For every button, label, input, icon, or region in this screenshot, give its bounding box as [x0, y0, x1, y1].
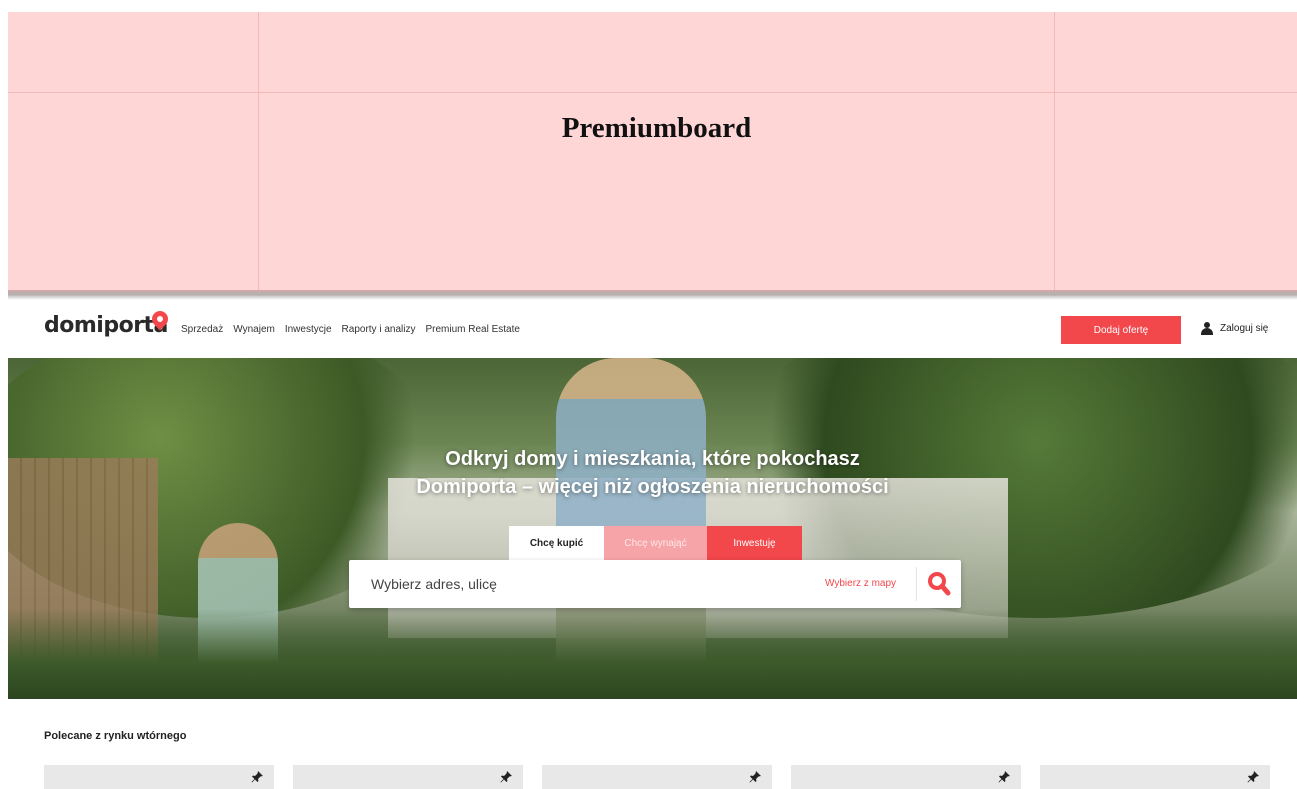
- listing-card[interactable]: [1040, 765, 1270, 789]
- pin-icon[interactable]: [250, 770, 264, 784]
- listing-card[interactable]: [293, 765, 523, 789]
- banner-gridline: [1054, 12, 1055, 296]
- site-header: domiporta Sprzedaż Wynajem Inwestycje Ra…: [0, 300, 1297, 358]
- banner-shadow: [8, 290, 1297, 300]
- pin-icon[interactable]: [499, 770, 513, 784]
- banner-title: Premiumboard: [561, 112, 752, 144]
- listing-card[interactable]: [791, 765, 1021, 789]
- premiumboard-banner[interactable]: Premiumboard: [8, 12, 1297, 296]
- nav-item-premium[interactable]: Premium Real Estate: [425, 324, 519, 335]
- search-tabs: Chcę kupić Chcę wynająć Inwestuję: [509, 526, 802, 560]
- address-search-input[interactable]: [371, 572, 791, 596]
- search-divider: [916, 567, 917, 601]
- nav-item-wynajem[interactable]: Wynajem: [233, 324, 275, 335]
- pin-icon[interactable]: [997, 770, 1011, 784]
- banner-gridline: [258, 12, 259, 296]
- recommended-section-title: Polecane z rynku wtórnego: [44, 730, 187, 742]
- add-offer-button[interactable]: Dodaj ofertę: [1061, 316, 1181, 344]
- tab-buy[interactable]: Chcę kupić: [509, 526, 604, 560]
- hero-subheadline: Domiporta – więcej niż ogłoszenia nieruc…: [416, 476, 889, 498]
- nav-item-sprzedaz[interactable]: Sprzedaż: [181, 324, 223, 335]
- search-button[interactable]: [925, 570, 953, 598]
- main-nav: Sprzedaż Wynajem Inwestycje Raporty i an…: [181, 324, 530, 335]
- banner-gridline: [8, 92, 1297, 93]
- hero-headline: Odkryj domy i mieszkania, które pokochas…: [445, 448, 860, 470]
- listing-card[interactable]: [44, 765, 274, 789]
- login-link[interactable]: Zaloguj się: [1201, 322, 1268, 335]
- login-label: Zaloguj się: [1220, 323, 1269, 334]
- choose-from-map-link[interactable]: Wybierz z mapy: [825, 578, 896, 589]
- search-box: Wybierz z mapy: [349, 560, 961, 608]
- listing-card[interactable]: [542, 765, 772, 789]
- hero-section: Odkryj domy i mieszkania, które pokochas…: [8, 358, 1297, 699]
- search-icon: [928, 572, 951, 596]
- nav-item-inwestycje[interactable]: Inwestycje: [285, 324, 332, 335]
- tab-invest[interactable]: Inwestuję: [707, 526, 802, 560]
- pin-icon[interactable]: [748, 770, 762, 784]
- nav-item-raporty[interactable]: Raporty i analizy: [342, 324, 416, 335]
- hero-shrubs: [8, 609, 1297, 699]
- pin-icon[interactable]: [1246, 770, 1260, 784]
- user-icon: [1201, 322, 1213, 335]
- domiporta-logo[interactable]: domiporta: [44, 313, 168, 338]
- tab-rent[interactable]: Chcę wynająć: [604, 526, 707, 560]
